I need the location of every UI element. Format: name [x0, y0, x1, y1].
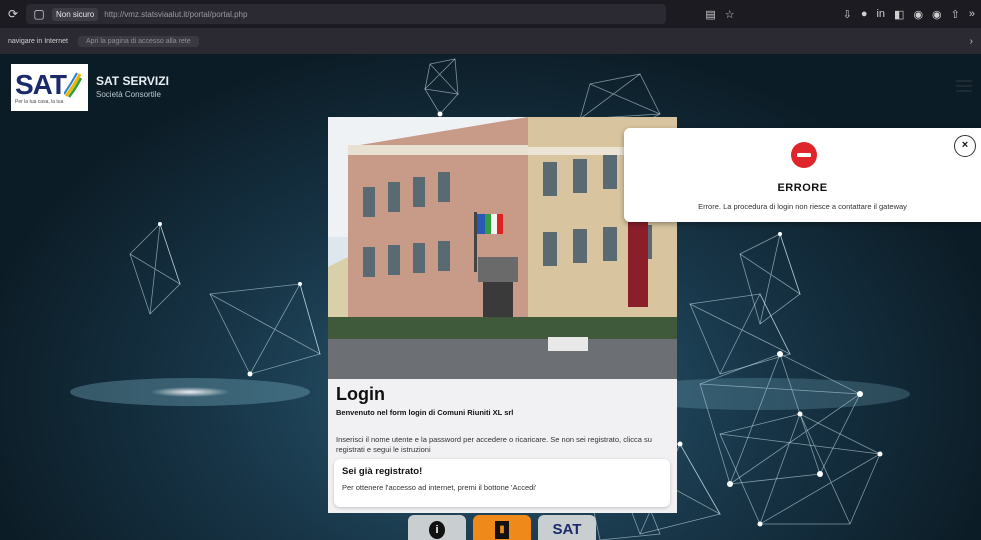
linkedin-icon[interactable]: in — [876, 8, 885, 20]
captive-portal-page: SAT Per la tua casa, la tua SAT SERVIZI … — [0, 54, 981, 540]
bookmark-navigate[interactable]: navigare in Internet — [8, 38, 68, 45]
open-login-page-button[interactable]: Apri la pagina di accesso alla rete — [77, 35, 199, 47]
sat-home-button[interactable]: SAT — [538, 515, 596, 540]
settings-icon[interactable]: ◉ — [932, 8, 942, 21]
browser-notification-bar: navigare in Internet Apri la pagina di a… — [0, 28, 981, 54]
url-text: http://vmz.statsviaalut.it/portal/portal… — [104, 9, 248, 19]
extension-icon[interactable]: ● — [861, 8, 868, 20]
share-icon[interactable]: ⇧ — [951, 8, 960, 21]
brand-name: SAT SERVIZI — [96, 74, 169, 88]
account-icon[interactable]: ◉ — [913, 8, 923, 21]
page-icon: ▢ — [33, 7, 45, 21]
close-icon[interactable]: × — [954, 135, 976, 157]
logo-swoosh-icon — [64, 72, 82, 98]
hamburger-menu-icon[interactable] — [956, 80, 972, 92]
reader-view-icon[interactable]: ▤ — [705, 8, 715, 21]
door-icon: ▮ — [495, 521, 509, 539]
bookmark-star-icon[interactable]: ☆ — [725, 8, 735, 21]
login-description: Inserisci il nome utente e la password p… — [336, 435, 652, 454]
url-field[interactable]: ▢ Non sicuro http://vmz.statsviaalut.it/… — [26, 4, 666, 24]
sat-logo-icon: SAT — [552, 521, 582, 538]
sidebar-icon[interactable]: ◧ — [894, 8, 904, 21]
error-message: Errore. La procedura di login non riesce… — [698, 202, 907, 211]
no-entry-icon — [791, 142, 817, 168]
chevron-right-icon[interactable]: › — [970, 36, 973, 47]
sat-logo[interactable]: SAT Per la tua casa, la tua — [11, 64, 88, 111]
logo-tagline: Per la tua casa, la tua — [15, 98, 64, 105]
browser-toolbar-icons: ▤ ☆ ⇩ ● in ◧ ◉ ◉ ⇧ » — [705, 8, 975, 21]
security-badge[interactable]: Non sicuro — [52, 7, 99, 21]
screen: ⟳ ▢ Non sicuro http://vmz.statsviaalut.i… — [0, 0, 981, 540]
download-icon[interactable]: ⇩ — [843, 8, 852, 21]
reload-icon[interactable]: ⟳ — [6, 7, 20, 21]
error-notification: ERRORE Errore. La procedura di login non… — [624, 128, 981, 222]
login-welcome-text: Benvenuto nel form login di Comuni Riuni… — [336, 408, 514, 417]
browser-address-bar: ⟳ ▢ Non sicuro http://vmz.statsviaalut.i… — [0, 0, 981, 28]
info-button[interactable]: i — [408, 515, 466, 540]
overflow-icon[interactable]: » — [969, 8, 975, 20]
info-icon: i — [429, 521, 445, 539]
login-title: Login — [336, 384, 385, 404]
registered-title: Sei già registrato! — [342, 466, 423, 477]
brand-subtitle: Società Consortile — [96, 90, 161, 99]
error-title: ERRORE — [777, 182, 828, 194]
already-registered-card: Sei già registrato! Per ottenere l'acces… — [334, 459, 670, 507]
login-access-button[interactable]: ▮ — [473, 515, 531, 540]
registered-text: Per ottenere l'accesso ad internet, prem… — [342, 483, 537, 492]
